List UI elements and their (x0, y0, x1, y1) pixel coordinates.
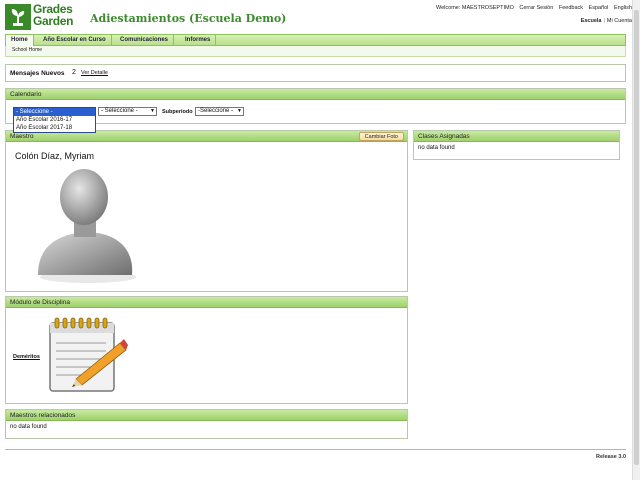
link-separator: | (603, 18, 605, 24)
change-photo-button[interactable]: Cambiar Foto (358, 132, 404, 141)
welcome-text: Welcome: MAESTROSEPTIMO (436, 5, 514, 11)
discipline-header: Módulo de Disciplina (6, 297, 407, 308)
related-teachers-panel: Maestros relacionados no data found (5, 409, 408, 439)
nav-informes[interactable]: Informes (180, 35, 217, 46)
feedback-link[interactable]: Feedback (559, 5, 583, 11)
chevron-down-icon: ▼ (237, 108, 242, 114)
scrollbar-thumb[interactable] (634, 10, 639, 465)
messages-label: Mensajes Nuevos (10, 70, 65, 77)
vertical-scrollbar[interactable] (632, 0, 640, 480)
year-option[interactable]: Año Escolar 2017-18 (14, 124, 95, 132)
subperiod-select[interactable]: -Seleccione - ▼ (195, 107, 244, 116)
discipline-panel: Módulo de Disciplina Deméritos (5, 296, 408, 404)
year-option[interactable]: Año Escolar 2016-17 (14, 116, 95, 124)
view-detail-link[interactable]: Ver Detalle (81, 70, 108, 76)
period-select[interactable]: - Seleccione - ▼ (98, 107, 157, 116)
release-version: Release 3.0 (596, 454, 626, 460)
year-option[interactable]: - Seleccione - (14, 108, 95, 116)
avatar-silhouette-icon (38, 169, 136, 283)
spanish-link[interactable]: Español (589, 5, 609, 11)
subnav-school-home[interactable]: School Home (12, 47, 42, 53)
nav-home[interactable]: Home (6, 35, 34, 46)
calendar-header: Calendario (6, 89, 625, 100)
top-links: Welcome: MAESTROSEPTIMO Cerrar Sesión Fe… (436, 5, 632, 11)
calendar-panel: Calendario (5, 88, 626, 124)
related-teachers-header: Maestros relacionados (6, 410, 407, 421)
logout-link[interactable]: Cerrar Sesión (519, 5, 553, 11)
english-link[interactable]: English (614, 5, 632, 11)
school-name: Adiestamientos (Escuela Demo) (90, 12, 287, 25)
logo-leaf-icon (5, 4, 31, 30)
subperiod-label: Subperiodo (162, 109, 193, 115)
assigned-classes-empty: no data found (418, 145, 455, 151)
demerits-link[interactable]: Deméritos (13, 354, 40, 360)
grades-garden-logo[interactable]: Grades Garden (5, 3, 87, 33)
main-nav: Home Año Escolar en Curso Comunicaciones… (5, 34, 626, 46)
chevron-down-icon: ▼ (150, 108, 155, 114)
teacher-panel: Maestro Cambiar Foto Colón Díaz, Myriam (5, 130, 408, 292)
footer-divider (5, 449, 626, 450)
notepad-pencil-icon[interactable] (46, 317, 128, 393)
logo-line-2: Garden (33, 14, 74, 28)
nav-comunicaciones[interactable]: Comunicaciones (115, 35, 175, 46)
assigned-classes-panel: Clases Asignadas no data found (413, 130, 620, 160)
assigned-classes-header: Clases Asignadas (414, 131, 619, 142)
school-year-dropdown[interactable]: - Seleccione - Año Escolar 2016-17 Año E… (13, 107, 96, 133)
account-links: Escuela | Mi Cuenta (581, 18, 632, 24)
related-teachers-empty: no data found (10, 424, 47, 430)
my-account-link[interactable]: Mi Cuenta (607, 18, 632, 24)
messages-panel: Mensajes Nuevos 2 Ver Detalle (5, 64, 626, 82)
nav-ano-escolar[interactable]: Año Escolar en Curso (38, 35, 112, 46)
messages-count: 2 (72, 69, 76, 76)
teacher-header-title: Maestro (10, 133, 34, 140)
sub-nav: School Home (5, 46, 626, 57)
school-link[interactable]: Escuela (581, 18, 602, 24)
subperiod-select-value: -Seleccione - (198, 108, 234, 114)
teacher-name: Colón Díaz, Myriam (15, 151, 95, 161)
period-select-value: - Seleccione - (101, 108, 138, 114)
